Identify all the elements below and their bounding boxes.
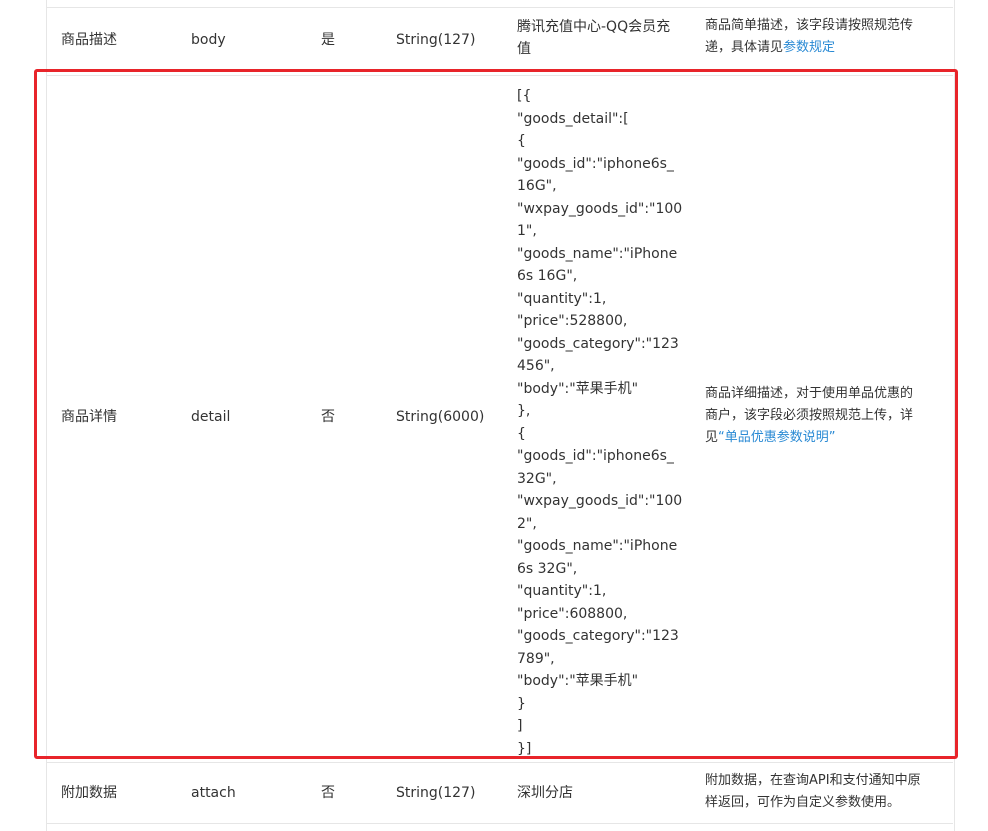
- highlight-box: [34, 69, 958, 759]
- param-name: 商品描述: [61, 32, 117, 48]
- param-field: body: [191, 32, 226, 48]
- description-text: 样返回，可作为自定义参数使用。: [705, 795, 901, 810]
- description-text: 商品简单描述，该字段请按照规范传: [705, 18, 914, 33]
- param-rules-link[interactable]: 参数规定: [783, 40, 835, 55]
- param-type: String(127): [396, 785, 476, 801]
- description-text: 递，具体请见: [705, 40, 784, 55]
- table-divider: [46, 7, 953, 8]
- description-line: 递，具体请见参数规定: [705, 37, 937, 59]
- param-description: 附加数据，在查询API和支付通知中原 样返回，可作为自定义参数使用。: [705, 770, 937, 814]
- param-example: 深圳分店: [517, 785, 573, 801]
- param-required: 否: [321, 785, 335, 801]
- description-text: 附加数据，在查询API和支付通知中原: [705, 773, 921, 788]
- param-required: 是: [321, 32, 335, 48]
- table-divider: [46, 762, 953, 763]
- param-type: String(127): [396, 32, 476, 48]
- table-divider: [46, 823, 953, 824]
- param-description: 商品简单描述，该字段请按照规范传 递，具体请见参数规定: [705, 15, 937, 59]
- param-field: attach: [191, 785, 236, 801]
- param-example-line: 腾讯充值中心-QQ会员充: [517, 19, 671, 35]
- param-name: 附加数据: [61, 785, 117, 801]
- param-example-line: 值: [517, 41, 531, 57]
